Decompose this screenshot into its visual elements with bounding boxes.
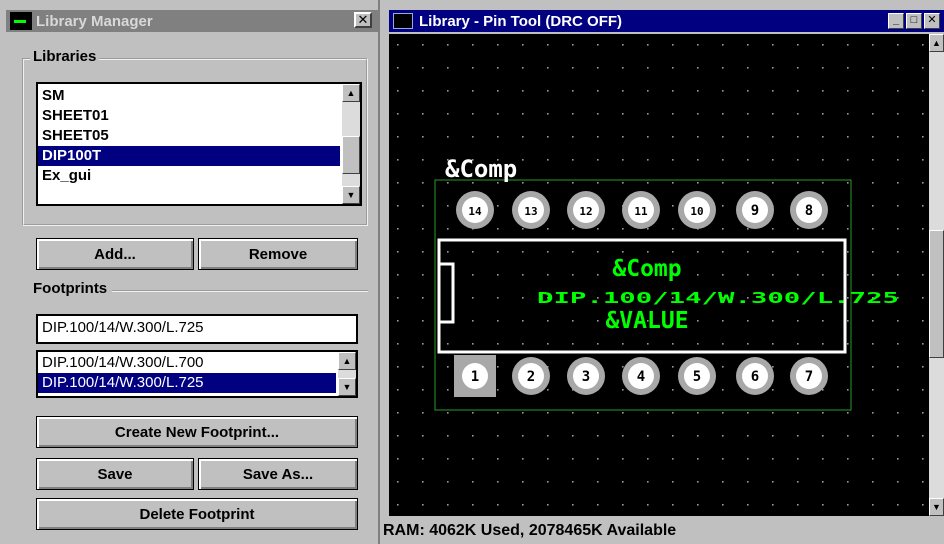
pin-number: 12 xyxy=(579,205,592,218)
pin-number: 9 xyxy=(751,203,759,219)
pin-tool-app-icon xyxy=(393,13,413,29)
pin-number: 7 xyxy=(805,369,813,385)
library-list-item[interactable]: SM xyxy=(38,86,340,106)
pin1-notch xyxy=(437,262,455,324)
save-as-button[interactable]: Save As... xyxy=(198,458,358,490)
library-manager-title: Library Manager xyxy=(36,12,153,30)
pin-tool-titlebar[interactable]: Library - Pin Tool (DRC OFF) _ □ ✕ xyxy=(389,10,944,32)
pin-pad[interactable]: 2 xyxy=(512,357,550,395)
close-icon[interactable]: ✕ xyxy=(354,12,372,28)
pin-pad[interactable]: 5 xyxy=(678,357,716,395)
pin-pad[interactable]: 7 xyxy=(790,357,828,395)
libraries-list[interactable]: SM SHEET01 SHEET05 DIP100T Ex_gui ▲ ▼ xyxy=(36,82,362,206)
pin-pad[interactable]: 14 xyxy=(456,191,494,229)
pin-pad[interactable]: 3 xyxy=(567,357,605,395)
pin-number: 8 xyxy=(805,203,813,219)
libraries-group-label: Libraries xyxy=(30,48,100,65)
scroll-up-icon[interactable]: ▲ xyxy=(342,84,360,102)
maximize-icon[interactable]: □ xyxy=(906,13,922,29)
pin-pad[interactable]: 6 xyxy=(736,357,774,395)
close-icon[interactable]: ✕ xyxy=(924,13,940,29)
pin-pad[interactable]: 8 xyxy=(790,191,828,229)
library-manager-panel: Library Manager ✕ Libraries SM SHEET01 SHE… xyxy=(0,0,380,544)
footprint-name-label[interactable]: DIP.100/14/W.300/L.725 xyxy=(537,289,899,307)
canvas-scrollbar[interactable]: ▲ ▼ xyxy=(929,34,944,516)
delete-footprint-button[interactable]: Delete Footprint xyxy=(36,498,358,530)
pin-number: 4 xyxy=(637,369,645,385)
pin-number: 11 xyxy=(634,205,648,218)
pin-pad[interactable]: 4 xyxy=(622,357,660,395)
pin-tool-title: Library - Pin Tool (DRC OFF) xyxy=(419,12,623,30)
footprint-canvas[interactable]: &Comp &Comp DIP.100/14/W.300/L.725 &VALU… xyxy=(389,34,929,516)
save-button[interactable]: Save xyxy=(36,458,194,490)
pin-number: 13 xyxy=(524,205,537,218)
library-list-item[interactable]: DIP100T xyxy=(38,146,340,166)
scroll-down-icon[interactable]: ▼ xyxy=(342,186,360,204)
pin-pad[interactable]: 10 xyxy=(678,191,716,229)
minimize-icon[interactable]: _ xyxy=(888,13,904,29)
footprint-list-item[interactable]: DIP.100/14/W.300/L.725 xyxy=(38,373,336,393)
pin-pad[interactable]: 13 xyxy=(512,191,550,229)
add-library-button[interactable]: Add... xyxy=(36,238,194,270)
footprints-group-label: Footprints xyxy=(30,280,111,297)
pin-number: 5 xyxy=(693,369,701,385)
pin-number: 6 xyxy=(751,369,759,385)
library-manager-titlebar[interactable]: Library Manager ✕ xyxy=(6,10,378,32)
memory-status-text: RAM: 4062K Used, 2078465K Available xyxy=(383,522,677,539)
status-bar: RAM: 4062K Used, 2078465K Available xyxy=(383,516,944,544)
scroll-thumb[interactable] xyxy=(342,136,360,174)
footprints-divider xyxy=(112,290,368,292)
footprint-filter-input[interactable]: DIP.100/14/W.300/L.725 xyxy=(36,314,358,344)
library-list-item[interactable]: SHEET01 xyxy=(38,106,340,126)
pin-number: 1 xyxy=(471,369,479,385)
pin-pad[interactable]: 11 xyxy=(622,191,660,229)
remove-library-button[interactable]: Remove xyxy=(198,238,358,270)
footprint-list-item[interactable]: DIP.100/14/W.300/L.700 xyxy=(38,353,336,373)
pin-number: 3 xyxy=(582,369,590,385)
library-list-item[interactable]: Ex_gui xyxy=(38,166,340,186)
pin-number: 2 xyxy=(527,369,535,385)
scroll-thumb[interactable] xyxy=(929,230,944,358)
footprints-scrollbar[interactable]: ▲ ▼ xyxy=(338,352,356,396)
pin-number: 14 xyxy=(468,205,482,218)
pin-tool-window: Library - Pin Tool (DRC OFF) _ □ ✕ &Comp… xyxy=(383,0,944,544)
bottom-pin-row: 1 2 3 4 5 6 7 xyxy=(454,355,828,397)
pin-pad[interactable]: 1 xyxy=(454,355,496,397)
library-list-item[interactable]: SHEET05 xyxy=(38,126,340,146)
value-label[interactable]: &VALUE xyxy=(605,308,688,334)
top-pin-row: 14 13 12 11 10 9 8 xyxy=(456,191,828,229)
reference-label[interactable]: &Comp xyxy=(445,155,517,183)
scroll-up-icon[interactable]: ▲ xyxy=(338,352,356,370)
scroll-down-icon[interactable]: ▼ xyxy=(338,378,356,396)
body-reference-label[interactable]: &Comp xyxy=(612,256,681,282)
pin-pad[interactable]: 12 xyxy=(567,191,605,229)
create-new-footprint-button[interactable]: Create New Footprint... xyxy=(36,416,358,448)
pin-number: 10 xyxy=(690,205,703,218)
scroll-up-icon[interactable]: ▲ xyxy=(929,34,944,52)
library-manager-app-icon xyxy=(10,12,32,30)
scroll-down-icon[interactable]: ▼ xyxy=(929,498,944,516)
pin-pad[interactable]: 9 xyxy=(736,191,774,229)
footprints-list[interactable]: DIP.100/14/W.300/L.700 DIP.100/14/W.300/L… xyxy=(36,350,358,398)
libraries-scrollbar[interactable]: ▲ ▼ xyxy=(342,84,360,204)
